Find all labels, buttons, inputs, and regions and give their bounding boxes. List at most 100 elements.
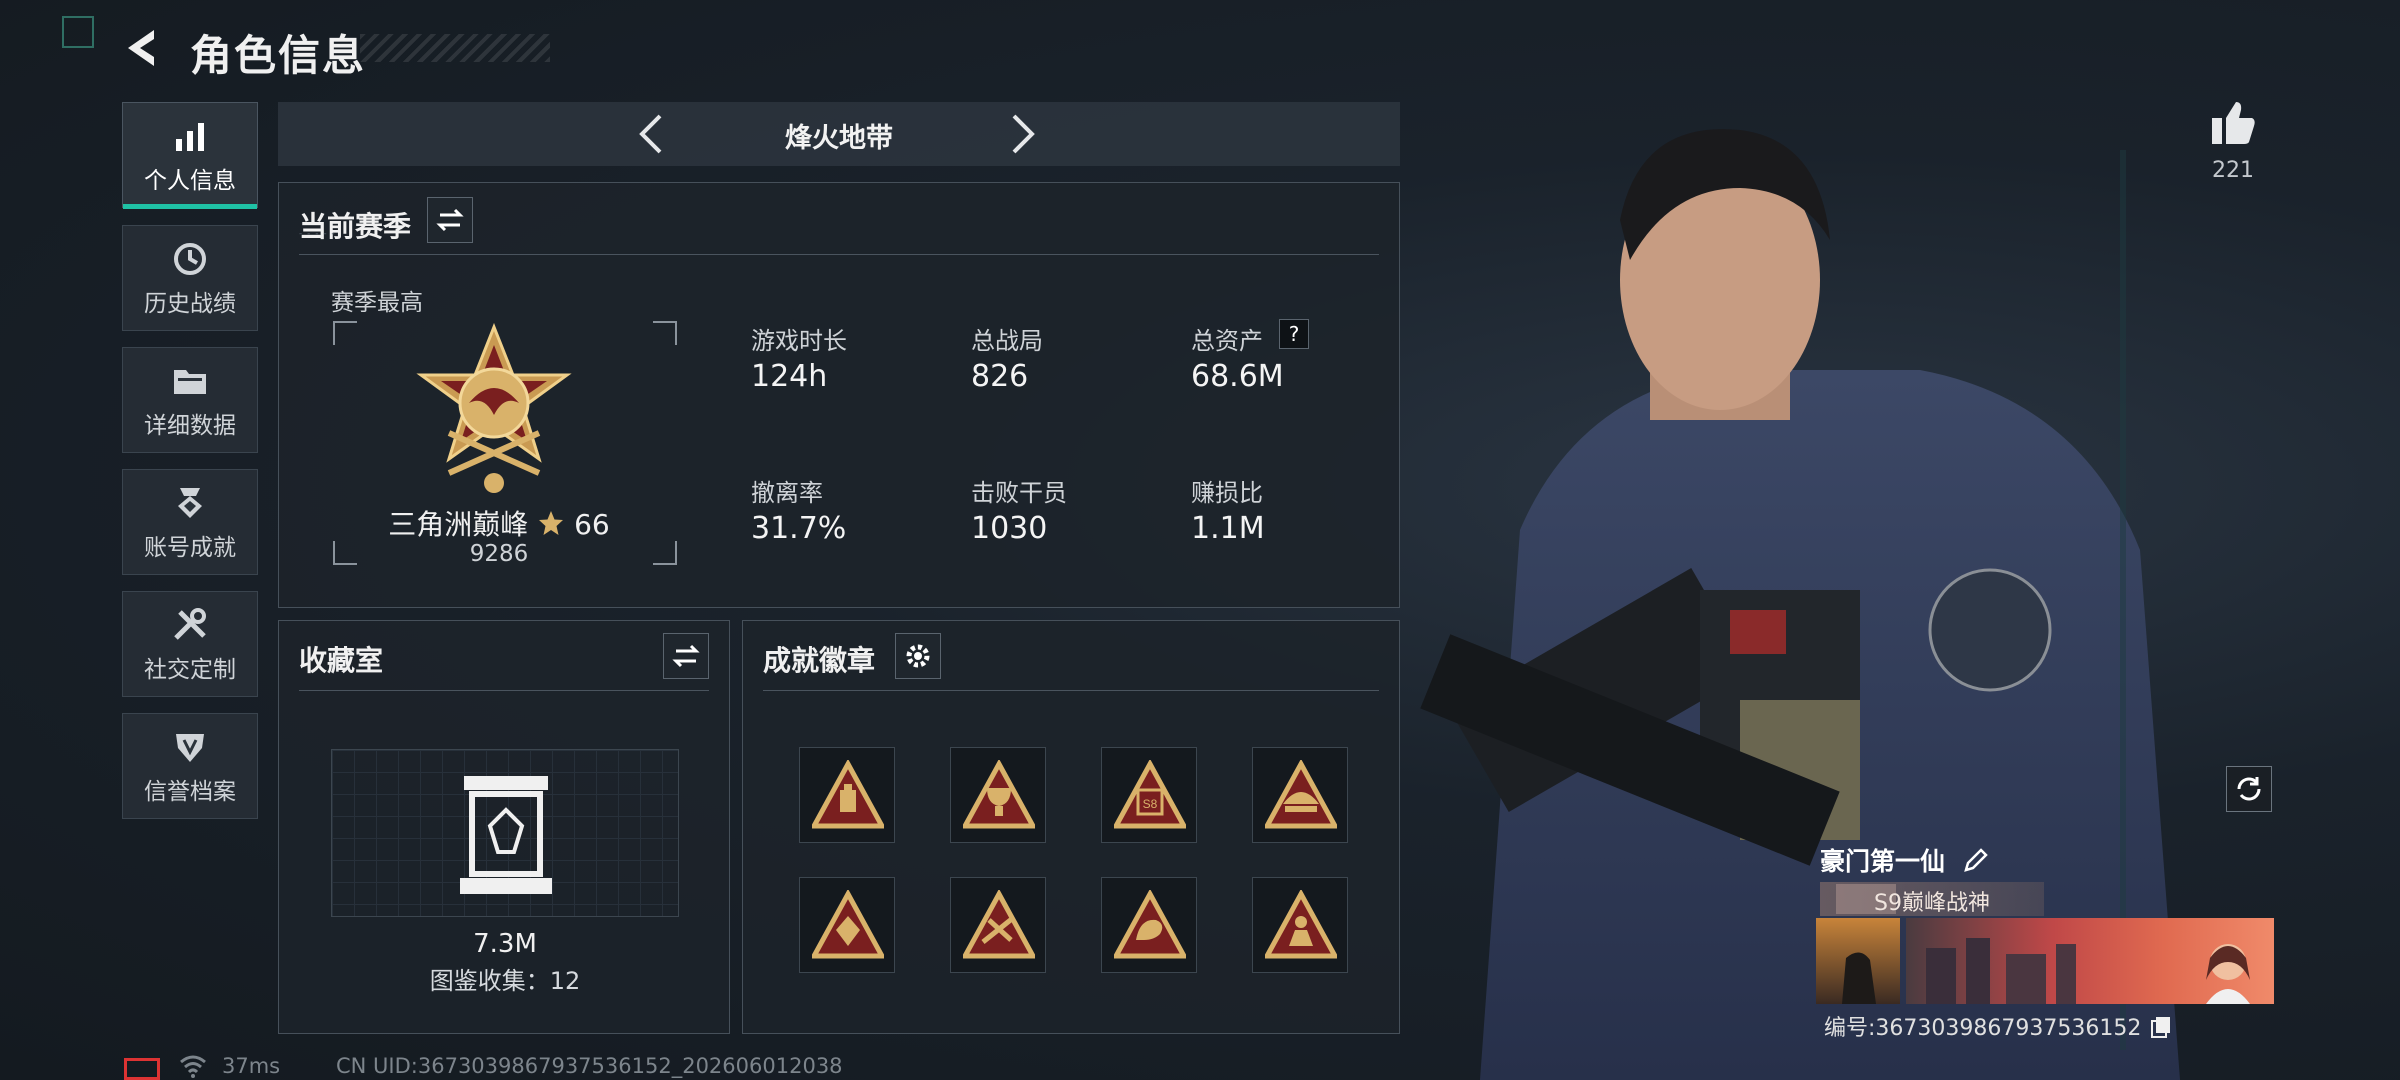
sidebar-item-label: 账号成就 — [144, 535, 236, 561]
badge-s8-icon: S8 — [1114, 760, 1186, 829]
profile-banner[interactable] — [1906, 918, 2274, 1004]
stat-value: 124h — [751, 359, 828, 394]
badge-item[interactable] — [1101, 877, 1197, 973]
gear-icon — [906, 644, 930, 668]
refresh-icon — [2237, 777, 2261, 801]
history-clock-icon — [174, 243, 206, 275]
help-icon: ? — [1288, 322, 1300, 346]
badge-2-icon — [963, 760, 1035, 829]
stat-label: 游戏时长 — [751, 327, 847, 355]
player-name-row: 豪门第一仙 — [1820, 842, 1990, 878]
badge-4-icon — [1265, 760, 1337, 829]
title-tag: S9巅峰战神 — [1820, 882, 2044, 916]
stat-value: 826 — [971, 359, 1029, 394]
swap-arrows-icon — [436, 208, 464, 232]
thumbs-up-icon[interactable] — [2208, 98, 2258, 146]
badge-8-icon — [1265, 890, 1337, 959]
banner-illustration — [1926, 938, 2250, 1004]
title-decoration — [360, 34, 550, 62]
folder-icon — [174, 370, 206, 394]
achievement-medal-icon — [178, 488, 202, 518]
mode-title: 烽火地带 — [785, 123, 893, 154]
badge-s8-label: S8 — [1143, 797, 1158, 811]
collection-title: 收藏室 — [299, 644, 384, 677]
mode-selector: 烽火地带 — [278, 102, 1400, 166]
wrench-tools-icon — [174, 608, 206, 640]
season-best-label: 赛季最高 — [331, 290, 423, 316]
badge-item[interactable] — [799, 747, 895, 843]
reputation-shield-icon — [176, 734, 204, 762]
stat-value: 31.7% — [751, 511, 847, 546]
badge-item[interactable] — [1252, 877, 1348, 973]
uid-text: CN UID:3673039867937536152_202606012038 — [336, 1054, 843, 1078]
help-button[interactable]: ? — [1279, 319, 1309, 349]
sidebar-item-reputation[interactable]: 信誉档案 — [122, 713, 258, 819]
sidebar-item-history[interactable]: 历史战绩 — [122, 225, 258, 331]
star-icon — [539, 511, 564, 535]
badge-1-icon — [812, 760, 884, 829]
battery-icon — [124, 1058, 160, 1080]
stat-label: 击败干员 — [971, 479, 1067, 507]
stat-label: 总战局 — [971, 327, 1043, 355]
badge-5-icon — [812, 890, 884, 959]
collection-panel: 收藏室 7.3M 图鉴收集：12 — [278, 620, 730, 1034]
sidebar-item-label: 个人信息 — [144, 168, 236, 194]
rank-stars: 66 — [574, 508, 610, 541]
badges-title: 成就徽章 — [763, 644, 876, 677]
season-switch-button[interactable] — [427, 197, 473, 243]
sidebar-item-label: 信誉档案 — [144, 779, 236, 805]
badge-item[interactable] — [950, 747, 1046, 843]
back-arrow-icon[interactable] — [120, 26, 164, 70]
season-panel-title: 当前赛季 — [299, 210, 412, 243]
badge-item[interactable] — [799, 877, 895, 973]
refresh-button[interactable] — [2226, 766, 2272, 812]
badge-item[interactable] — [950, 877, 1046, 973]
achievement-badges-panel: 成就徽章 S8 — [742, 620, 1400, 1034]
stat-value: 68.6M — [1191, 359, 1284, 394]
swap-arrows-icon — [672, 644, 700, 668]
bar-chart-icon — [176, 123, 204, 151]
edit-pencil-icon[interactable] — [1962, 846, 1990, 874]
copy-icon[interactable] — [2150, 1015, 2172, 1039]
sidebar-item-label: 社交定制 — [144, 657, 236, 683]
badge-6-icon — [963, 890, 1035, 959]
collection-showcase-icon — [460, 776, 552, 894]
player-name: 豪门第一仙 — [1820, 847, 1946, 876]
page-title: 角色信息 — [190, 31, 367, 80]
stat-label: 总资产 — [1191, 327, 1263, 355]
avatar-silhouette — [1842, 952, 1876, 1004]
collection-display[interactable] — [331, 749, 679, 917]
collection-switch-button[interactable] — [663, 633, 709, 679]
rank-line: 三角洲巅峰 66 — [339, 503, 659, 543]
chevron-right-icon[interactable] — [1008, 112, 1038, 156]
stat-value: 1030 — [971, 511, 1048, 546]
sidebar-item-achievements[interactable]: 账号成就 — [122, 469, 258, 575]
title-tag-text: S9巅峰战神 — [1874, 891, 1990, 916]
rank-score: 9286 — [469, 541, 529, 567]
wifi-icon — [180, 1055, 206, 1078]
player-id: 编号:3673039867937536152 — [1824, 1016, 2142, 1041]
stat-label: 赚损比 — [1191, 479, 1263, 507]
badges-settings-button[interactable] — [895, 633, 941, 679]
sidebar-item-social[interactable]: 社交定制 — [122, 591, 258, 697]
sidebar-item-label: 详细数据 — [144, 413, 236, 439]
player-id-row: 编号:3673039867937536152 — [1824, 1010, 2172, 1042]
catalog-count: 图鉴收集：12 — [429, 967, 581, 995]
current-season-panel: 当前赛季 - - - - - 赛季最高 三角洲巅峰 66 9286 游戏时长 1… — [278, 182, 1400, 608]
ping-text: 37ms — [222, 1054, 281, 1078]
sidebar-item-personal-info[interactable]: 个人信息 — [122, 102, 258, 209]
collection-value: 7.3M — [473, 929, 537, 959]
stat-value: 1.1M — [1191, 511, 1265, 546]
sidebar-item-label: 历史战绩 — [144, 291, 236, 317]
sidebar-item-detailed-data[interactable]: 详细数据 — [122, 347, 258, 453]
stat-label: 撤离率 — [751, 479, 823, 507]
decor-text: - - - - - — [299, 229, 336, 239]
avatar[interactable] — [1816, 918, 1900, 1004]
corner-decoration — [62, 16, 94, 48]
likes-count: 221 — [2212, 158, 2254, 183]
rank-name: 三角洲巅峰 — [388, 508, 529, 541]
badge-item[interactable] — [1252, 747, 1348, 843]
rank-emblem-icon — [416, 323, 572, 493]
badge-7-icon — [1114, 890, 1186, 959]
badge-item[interactable]: S8 — [1101, 747, 1197, 843]
